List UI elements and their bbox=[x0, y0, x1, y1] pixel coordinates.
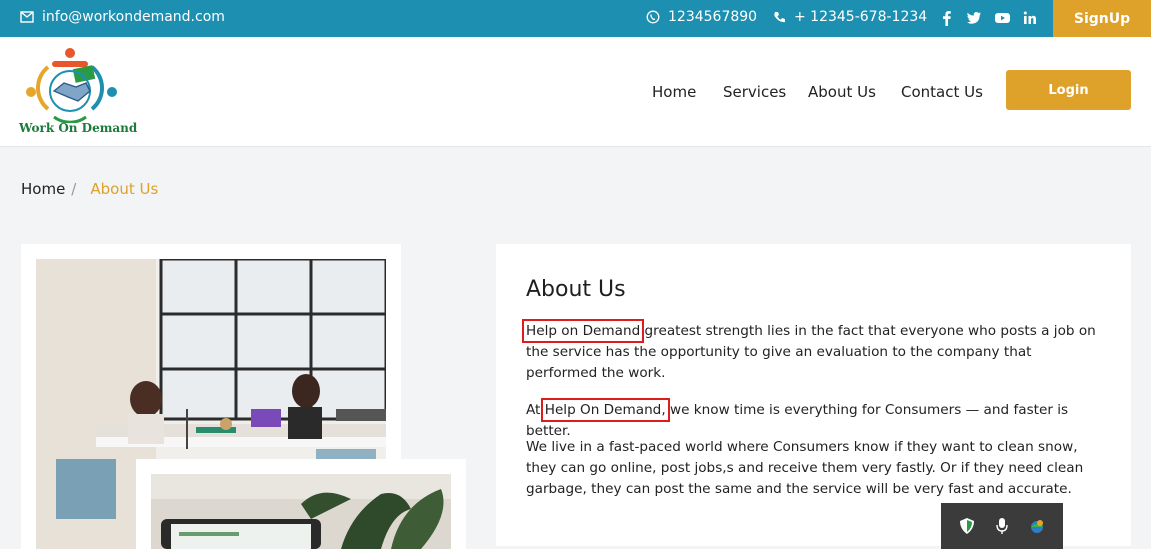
logo-text: Work On Demand bbox=[19, 121, 138, 135]
network-icon[interactable] bbox=[1028, 517, 1046, 535]
site-logo[interactable]: Work On Demand bbox=[18, 47, 138, 139]
youtube-icon[interactable] bbox=[994, 10, 1011, 26]
email-contact[interactable]: info@workondemand.com bbox=[20, 9, 225, 25]
social-links bbox=[940, 10, 1037, 26]
microphone-icon[interactable] bbox=[995, 517, 1009, 535]
highlight-help-on-demand: Help on Demand bbox=[521, 319, 645, 343]
login-button[interactable]: Login bbox=[1006, 70, 1131, 110]
email-text[interactable]: info@workondemand.com bbox=[42, 9, 225, 25]
phone-number[interactable]: + 12345-678-1234 bbox=[794, 9, 927, 25]
about-title: About Us bbox=[526, 277, 626, 302]
linkedin-icon[interactable] bbox=[1023, 10, 1037, 26]
site-header: Work On Demand Home Services About Us Co… bbox=[0, 37, 1151, 147]
breadcrumb-separator: / bbox=[71, 180, 77, 198]
twitter-icon[interactable] bbox=[966, 10, 982, 26]
system-tray bbox=[941, 503, 1063, 549]
phone-contact[interactable]: + 12345-678-1234 bbox=[773, 9, 927, 25]
phone-icon bbox=[774, 11, 785, 22]
nav-about-us[interactable]: About Us bbox=[808, 83, 876, 101]
breadcrumb-home[interactable]: Home bbox=[21, 180, 65, 198]
breadcrumb: Home / About Us bbox=[21, 180, 158, 198]
nav-services[interactable]: Services bbox=[723, 83, 786, 101]
paragraph-2-prefix: At bbox=[526, 402, 545, 418]
nav-home[interactable]: Home bbox=[652, 83, 696, 101]
whatsapp-number[interactable]: 1234567890 bbox=[668, 9, 757, 25]
top-bar: info@workondemand.com 1234567890 + 12345… bbox=[0, 0, 1151, 37]
security-shield-icon[interactable] bbox=[958, 517, 976, 535]
signup-button[interactable]: SignUp bbox=[1053, 0, 1151, 37]
envelope-icon bbox=[20, 11, 34, 23]
laptop-plant-photo bbox=[151, 474, 451, 549]
facebook-icon[interactable] bbox=[940, 10, 954, 26]
whatsapp-contact[interactable]: 1234567890 bbox=[646, 9, 757, 25]
about-paragraph-3: We live in a fast-paced world where Cons… bbox=[526, 439, 1084, 497]
about-paragraph-1: Help on Demand greatest strength lies in… bbox=[521, 319, 1106, 384]
about-paragraph-2: At Help On Demand, we know time is every… bbox=[526, 398, 1106, 442]
nav-contact-us[interactable]: Contact Us bbox=[901, 83, 983, 101]
highlight-help-on-demand-2: Help On Demand, bbox=[540, 398, 670, 422]
logo-graphic bbox=[26, 48, 117, 124]
whatsapp-icon bbox=[646, 10, 660, 24]
breadcrumb-current: About Us bbox=[90, 180, 159, 198]
